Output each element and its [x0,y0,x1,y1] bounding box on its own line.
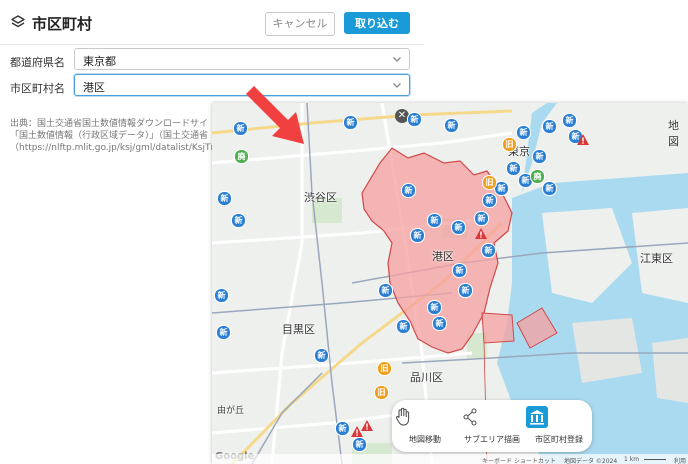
marker-new[interactable]: 新 [474,211,489,226]
scale-label: 1 km [624,456,640,463]
import-button[interactable]: 取り込む [344,12,410,34]
keyboard-shortcuts-link[interactable]: キーボード ショートカット [482,456,556,464]
map-view[interactable]: ✕ 渋谷区 港区 目黒区 品川区 江東区 地図 東京 由が丘 新 新 新 新 新… [212,103,688,464]
map-attribution: キーボード ショートカット 地図データ ©2024 1 km 利用 [212,454,688,464]
building-icon [526,406,548,428]
marker-new[interactable]: 新 [444,118,459,133]
marker-new[interactable]: 新 [407,112,422,127]
subarea-draw-label: サブエリア描画 [464,435,520,444]
marker-new[interactable]: 新 [481,243,496,258]
ward-label-minato: 港区 [432,250,454,263]
municipality-register-label: 市区町村登録 [535,435,583,444]
terms-link[interactable]: 利用 [674,456,686,464]
ward-label-chiyoda: 地図 [668,119,679,148]
marker-new[interactable]: 新 [542,119,557,134]
marker-new[interactable]: 新 [542,181,557,196]
prefecture-label: 都道府県名 [10,56,65,69]
marker-new[interactable]: 新 [314,348,329,363]
hand-icon [396,407,410,426]
marker-new[interactable]: 新 [452,263,467,278]
marker-new[interactable]: 新 [231,213,246,228]
marker-new[interactable]: 新 [458,283,473,298]
marker-new[interactable]: 新 [532,149,547,164]
marker-new[interactable]: 新 [410,228,425,243]
marker-new[interactable]: 新 [427,213,442,228]
map-move-tool[interactable]: 地図移動 [392,406,458,448]
warning-icon[interactable] [474,227,488,240]
ward-label-meguro: 目黒区 [282,323,315,336]
cancel-button[interactable]: キャンセル [265,12,335,36]
marker-new[interactable]: 新 [562,113,577,128]
place-label: 由が丘 [217,406,245,416]
marker-new[interactable]: 新 [335,421,350,436]
subarea-draw-tool[interactable]: サブエリア描画 [459,406,525,448]
marker-old[interactable]: 旧 [374,385,389,400]
ward-label-koto: 江東区 [640,252,673,265]
chevron-down-icon [393,57,401,62]
prefecture-value: 東京都 [83,55,116,68]
prefecture-select[interactable]: 東京都 [74,48,410,70]
marker-new[interactable]: 新 [451,220,466,235]
marker-new[interactable]: 新 [214,288,229,303]
marker-new[interactable]: 新 [427,300,442,315]
marker-new[interactable]: 新 [378,283,393,298]
marker-old[interactable]: 旧 [482,175,497,190]
ward-label-shibuya: 渋谷区 [304,191,337,204]
municipality-register-tool[interactable]: 市区町村登録 [526,406,592,448]
marker-new[interactable]: 新 [343,115,358,130]
marker-new[interactable]: 新 [352,437,367,452]
scale-bar [644,459,666,460]
annotation-arrow [246,86,304,144]
source-note: 出典：国土交通省国土数値情報ダウンロードサイ 「国土数値情報（行政区域データ）」… [10,118,225,154]
marker-closed[interactable]: 廃 [234,149,249,164]
source-line: （https://nlftp.mlit.go.jp/ksj/gml/datali… [10,143,225,153]
source-line: 出典：国土交通省国土数値情報ダウンロードサイ [10,119,209,129]
chevron-down-icon [393,83,401,88]
marker-old[interactable]: 旧 [502,137,517,152]
marker-old[interactable]: 旧 [377,361,392,376]
municipality-label: 市区町村名 [10,82,65,95]
marker-closed[interactable]: 廃 [530,169,545,184]
municipality-value: 港区 [83,81,105,94]
dialog-title: 市区町村 [32,15,93,33]
marker-new[interactable]: 新 [216,325,231,340]
layers-icon [11,15,25,28]
dialog-header: 市区町村 キャンセル 取り込む [0,0,424,44]
map-move-label: 地図移動 [409,435,441,444]
marker-new[interactable]: 新 [516,125,531,140]
share-nodes-icon [463,408,477,426]
marker-new[interactable]: 新 [432,316,447,331]
marker-new[interactable]: 新 [217,191,232,206]
marker-new[interactable]: 新 [396,319,411,334]
header-divider [0,44,424,45]
map-toolbar: 地図移動 サブエリア描画 市区町村登録 [392,400,592,452]
warning-icon[interactable] [350,425,364,438]
source-line: 「国土数値情報（行政区域データ）」（国土交通省 [10,131,209,141]
marker-new[interactable]: 新 [482,193,497,208]
ward-label-shinagawa: 品川区 [410,371,443,384]
marker-new[interactable]: 新 [401,183,416,198]
map-data-credit: 地図データ ©2024 [564,458,618,464]
warning-icon[interactable] [576,133,590,146]
marker-new[interactable]: 新 [506,161,521,176]
